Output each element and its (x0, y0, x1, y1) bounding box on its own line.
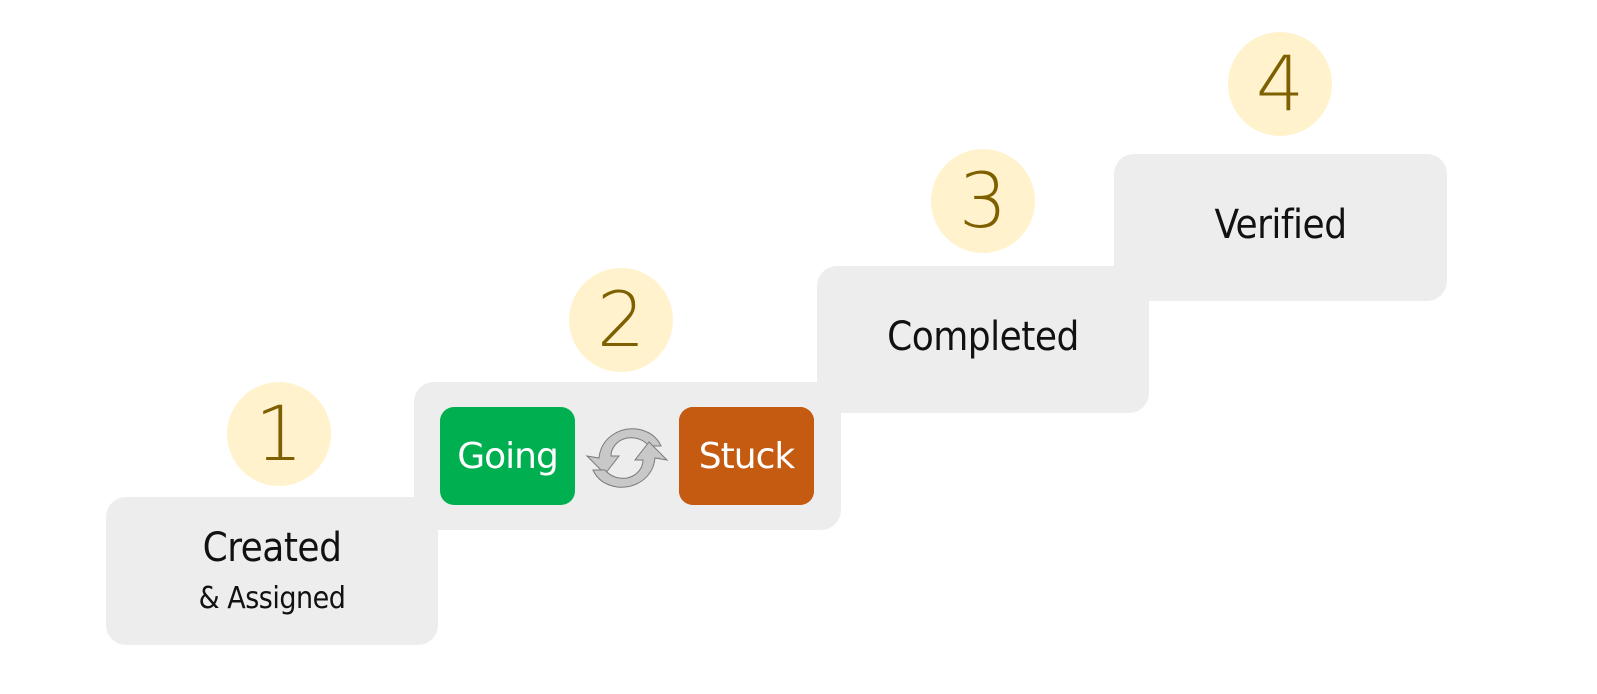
step-3-box: Completed (817, 266, 1149, 413)
step-join-1-2 (414, 497, 438, 530)
step-3-number-badge: 3 (931, 149, 1035, 253)
step-1-number-badge: 1 (227, 382, 331, 486)
step-1-sublabel: & Assigned (198, 581, 346, 616)
step-join-2-3 (817, 382, 841, 413)
step-4-number-badge: 4 (1228, 32, 1332, 136)
cycle-arrows-icon (585, 428, 669, 488)
step-2-number-badge: 2 (569, 268, 673, 372)
step-4-label: Verified (1214, 202, 1347, 248)
step-4-box: Verified (1114, 154, 1447, 301)
step-1-box: Created & Assigned (106, 497, 438, 645)
going-state-badge: Going (440, 407, 575, 505)
step-1-label: Created (202, 525, 342, 571)
stuck-state-badge-overlay: Stuck (679, 407, 814, 505)
step-3-label: Completed (887, 314, 1079, 360)
step-join-3-4 (1114, 266, 1149, 301)
